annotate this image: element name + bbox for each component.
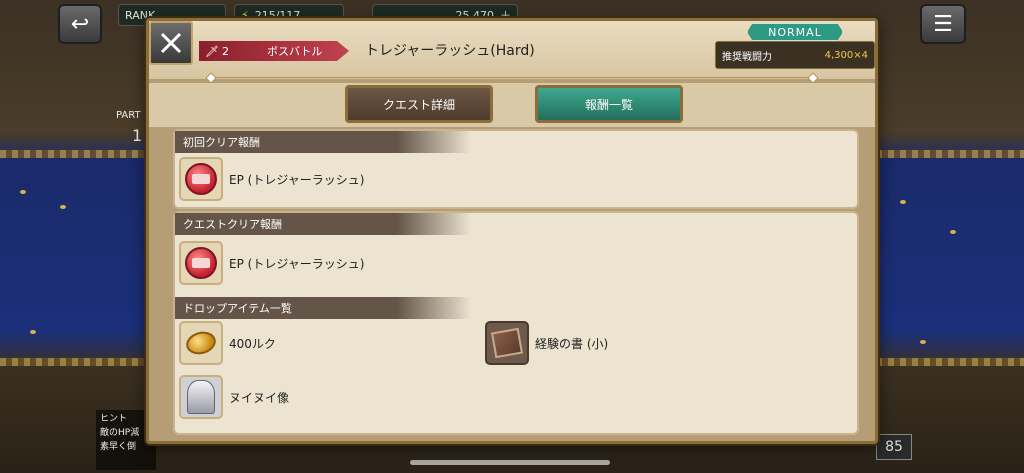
coin-icon bbox=[179, 321, 223, 365]
boss-battle-tag: 🗡 2 ボスバトル bbox=[199, 41, 349, 61]
reward-name: 経験の書 (小) bbox=[535, 336, 609, 351]
power-label: 推奨戦闘力 bbox=[722, 51, 772, 63]
coin-decor bbox=[900, 200, 906, 204]
hamburger-menu-icon: ☰ bbox=[933, 11, 953, 37]
close-button[interactable] bbox=[149, 21, 193, 65]
ep-medal-icon bbox=[179, 157, 223, 201]
return-arrow-icon: ↩ bbox=[70, 11, 90, 37]
coin-decor bbox=[60, 205, 66, 209]
back-button[interactable]: ↩ bbox=[58, 4, 102, 44]
first-clear-section: 初回クリア報酬 EP (トレジャーラッシュ) bbox=[173, 129, 859, 209]
recommended-power: 推奨戦闘力 4,300×4 bbox=[715, 41, 875, 69]
reward-name: EP (トレジャーラッシュ) bbox=[229, 172, 365, 187]
hint-line: 敵のHP減 bbox=[100, 428, 140, 438]
section-header: クエストクリア報酬 bbox=[175, 213, 471, 235]
coin-decor bbox=[20, 190, 26, 194]
section-header: ドロップアイテム一覧 bbox=[175, 297, 471, 319]
reward-item[interactable]: 経験の書 (小) bbox=[485, 321, 608, 365]
boss-number: 2 bbox=[221, 44, 229, 58]
reward-name: 400ルク bbox=[229, 336, 276, 351]
power-value: 4,300×4 bbox=[824, 49, 868, 61]
reward-item[interactable]: EP (トレジャーラッシュ) bbox=[179, 241, 364, 285]
book-icon bbox=[485, 321, 529, 365]
quest-title: トレジャーラッシュ(Hard) bbox=[365, 43, 535, 59]
section-header: 初回クリア報酬 bbox=[175, 131, 471, 153]
hint-title: ヒント bbox=[100, 414, 128, 424]
clear-and-drop-section: クエストクリア報酬 EP (トレジャーラッシュ) ドロップアイテム一覧 400ル… bbox=[173, 211, 859, 435]
ep-medal-icon bbox=[179, 241, 223, 285]
sword-icon: 🗡 bbox=[205, 44, 219, 58]
menu-button[interactable]: ☰ bbox=[920, 4, 966, 44]
coin-decor bbox=[950, 230, 956, 234]
tab-reward-list[interactable]: 報酬一覧 bbox=[535, 85, 683, 123]
boss-label: ボスバトル bbox=[267, 45, 323, 58]
modal-header: 🗡 2 ボスバトル トレジャーラッシュ(Hard) NORMAL 推奨戦闘力 4… bbox=[149, 21, 875, 84]
home-indicator bbox=[410, 460, 610, 465]
difficulty-badge: NORMAL bbox=[747, 23, 843, 41]
party-number: 1 bbox=[132, 126, 143, 145]
statue-icon bbox=[179, 375, 223, 419]
reward-content: 初回クリア報酬 EP (トレジャーラッシュ) クエストクリア報酬 EP (トレジ… bbox=[173, 129, 859, 435]
reward-name: EP (トレジャーラッシュ) bbox=[229, 256, 365, 271]
reward-modal: 🗡 2 ボスバトル トレジャーラッシュ(Hard) NORMAL 推奨戦闘力 4… bbox=[146, 18, 878, 444]
coin-decor bbox=[920, 340, 926, 344]
reward-item[interactable]: 400ルク bbox=[179, 321, 276, 365]
party-label: PART bbox=[116, 110, 141, 121]
reward-item[interactable]: ヌイヌイ像 bbox=[179, 375, 289, 419]
reward-item[interactable]: EP (トレジャーラッシュ) bbox=[179, 157, 364, 201]
coin-decor bbox=[30, 330, 36, 334]
stage-badge: 85 bbox=[876, 434, 912, 460]
tab-bar: クエスト詳細 報酬一覧 bbox=[149, 83, 875, 127]
close-icon bbox=[160, 32, 182, 54]
reward-name: ヌイヌイ像 bbox=[229, 390, 290, 405]
tab-quest-details[interactable]: クエスト詳細 bbox=[345, 85, 493, 123]
header-ornament bbox=[205, 72, 819, 84]
hint-line: 素早く倒 bbox=[100, 442, 137, 452]
